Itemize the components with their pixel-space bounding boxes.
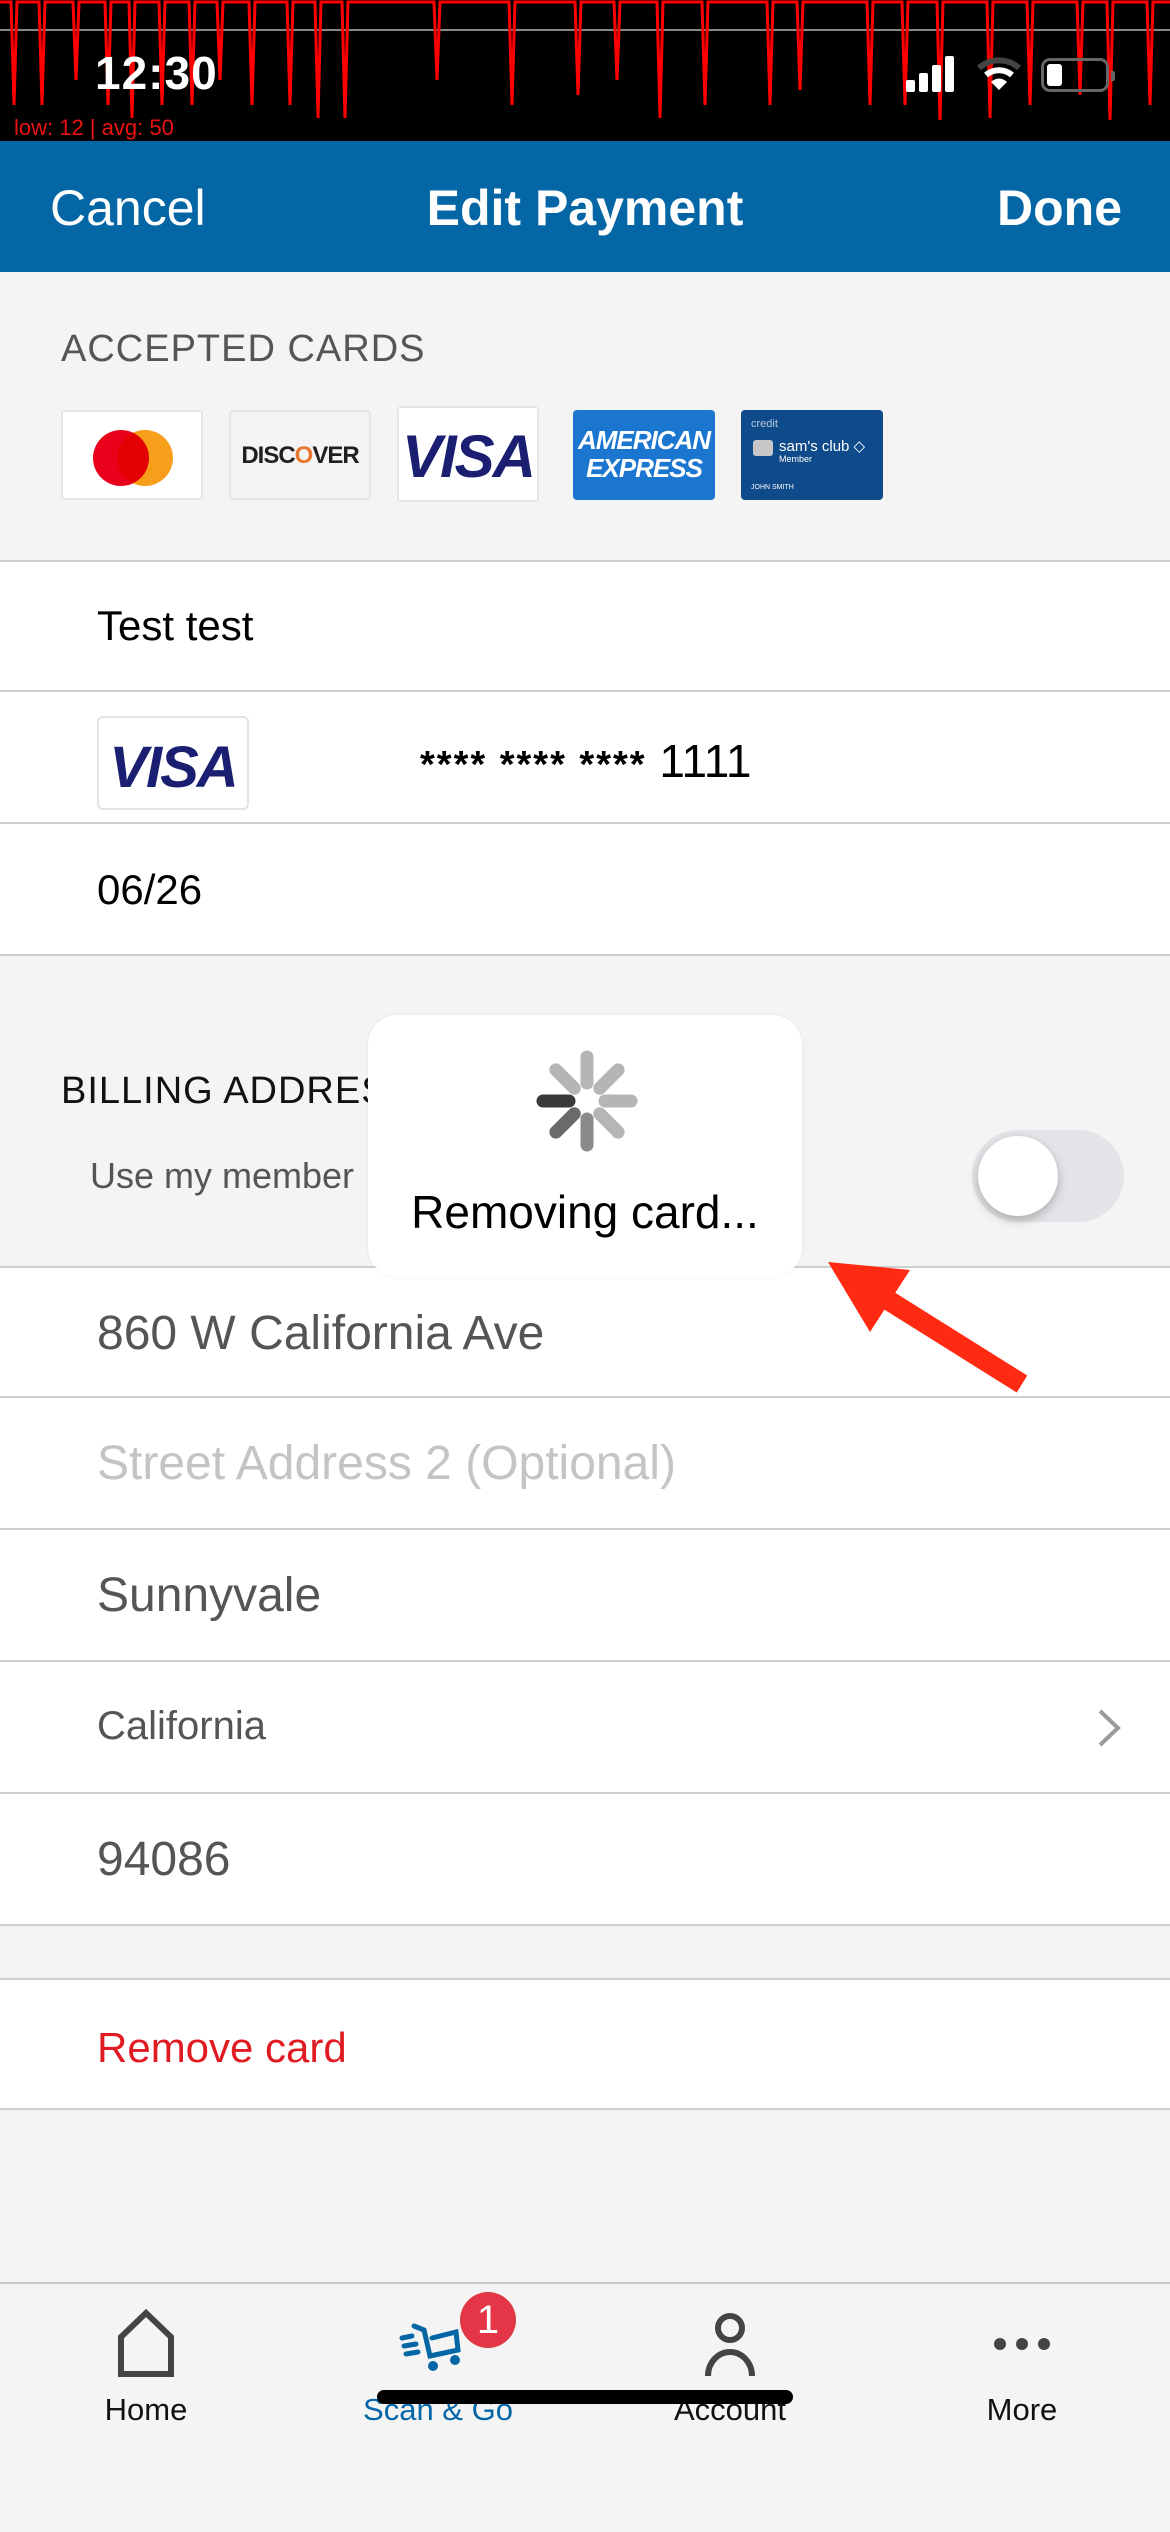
state-field[interactable]: California	[97, 1704, 266, 1749]
chevron-right-icon	[1096, 1708, 1122, 1748]
street1-row[interactable]: 860 W California Ave	[0, 1266, 1170, 1398]
page-title: Edit Payment	[0, 179, 1170, 237]
card-number-row: VISA **** **** **** 1111	[0, 692, 1170, 824]
billing-address-title: BILLING ADDRESS	[61, 1070, 414, 1113]
zip-field[interactable]: 94086	[97, 1832, 230, 1887]
more-icon	[982, 2304, 1062, 2384]
status-time: 12:30	[95, 46, 218, 100]
street2-field[interactable]: Street Address 2 (Optional)	[97, 1436, 676, 1491]
mastercard-logo	[61, 410, 203, 500]
home-indicator[interactable]	[377, 2390, 793, 2404]
state-row[interactable]: California	[0, 1662, 1170, 1794]
card-brand-logo: VISA	[97, 716, 249, 810]
city-field[interactable]: Sunnyvale	[97, 1568, 321, 1623]
street1-field[interactable]: 860 W California Ave	[97, 1306, 544, 1361]
expiry-row[interactable]: 06/26	[0, 824, 1170, 956]
home-icon	[106, 2304, 186, 2384]
discover-logo: DISCOVER	[229, 410, 371, 500]
person-icon	[690, 2304, 770, 2384]
amex-logo: AMERICANEXPRESS	[573, 410, 715, 500]
tab-bar: Home Scan & Go Account More	[0, 2282, 1170, 2532]
accepted-cards-title: ACCEPTED CARDS	[61, 328, 426, 371]
spinner-icon	[535, 1049, 639, 1153]
battery-icon	[1041, 58, 1109, 92]
cart-count-badge: 1	[460, 2292, 516, 2348]
sams-club-credit-logo: credit sam's club ◇ Member JOHN SMITH	[741, 410, 883, 500]
spinner-spoke	[556, 1114, 574, 1132]
toggle-knob	[978, 1136, 1058, 1216]
cellular-signal-icon	[906, 56, 956, 92]
visa-logo: VISA	[397, 406, 539, 502]
wifi-icon	[975, 54, 1023, 92]
status-bar: 12:30 low: 12 | avg: 50	[0, 0, 1170, 141]
remove-card-row[interactable]: Remove card	[0, 1978, 1170, 2110]
navigation-bar: Cancel Edit Payment Done	[0, 141, 1170, 272]
use-member-address-label: Use my member	[90, 1155, 354, 1197]
spinner-spoke	[600, 1070, 618, 1088]
card-number: **** **** **** 1111	[420, 734, 751, 788]
cardholder-name-row[interactable]: Test test	[0, 560, 1170, 692]
loading-message: Removing card...	[368, 1185, 802, 1239]
city-row[interactable]: Sunnyvale	[0, 1530, 1170, 1662]
use-member-address-toggle[interactable]	[972, 1130, 1124, 1222]
done-button[interactable]: Done	[997, 179, 1122, 237]
spinner-spoke	[556, 1070, 574, 1088]
spinner-spoke	[600, 1114, 618, 1132]
street2-row[interactable]: Street Address 2 (Optional)	[0, 1398, 1170, 1530]
remove-card-button[interactable]: Remove card	[97, 2024, 347, 2072]
zip-row[interactable]: 94086	[0, 1794, 1170, 1926]
fps-overlay-text: low: 12 | avg: 50	[14, 115, 174, 141]
tab-more[interactable]: More	[876, 2284, 1168, 2444]
tab-account[interactable]: Account	[584, 2284, 876, 2444]
loading-dialog: Removing card...	[368, 1015, 802, 1277]
cardholder-name-field[interactable]: Test test	[97, 602, 253, 650]
expiry-field[interactable]: 06/26	[97, 866, 202, 914]
tab-scan-and-go[interactable]: Scan & Go	[292, 2284, 584, 2444]
tab-home[interactable]: Home	[0, 2284, 292, 2444]
